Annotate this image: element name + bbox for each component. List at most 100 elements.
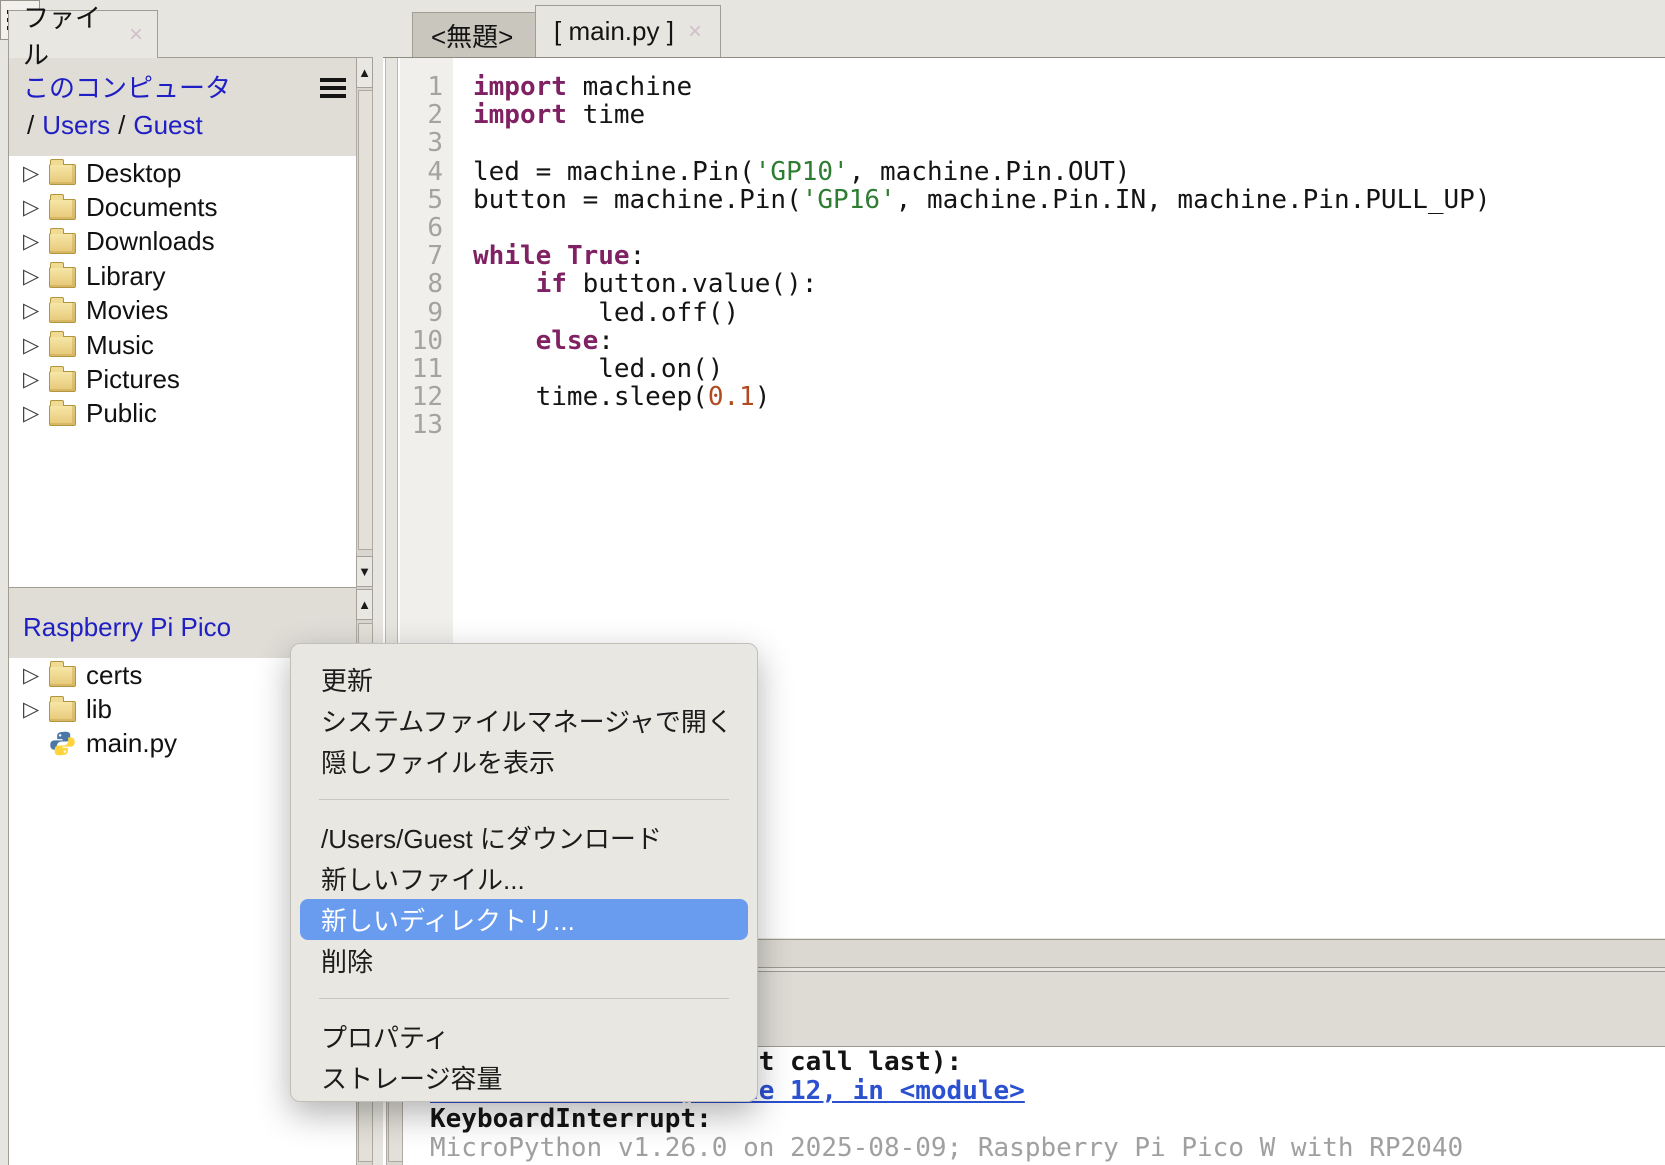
expander-triangle-icon[interactable]: ▷ xyxy=(23,697,49,722)
scrollbar-thumb[interactable] xyxy=(358,90,373,550)
this-computer-header: このコンピュータ / Users / Guest xyxy=(8,57,356,156)
editor-tab-main-py[interactable]: [ main.py ] × xyxy=(535,5,721,57)
menu-item[interactable]: 新しいファイル... xyxy=(291,858,757,899)
folder-icon xyxy=(49,233,76,254)
code-line: else: xyxy=(473,327,1490,355)
tree-item-label: Downloads xyxy=(86,226,215,257)
scroll-up-icon: ▲ xyxy=(358,65,371,80)
expander-triangle-icon[interactable]: ▷ xyxy=(23,229,49,254)
menu-item[interactable]: /Users/Guest にダウンロード xyxy=(291,817,757,858)
menu-item[interactable]: システムファイルマネージャで開く xyxy=(291,700,757,741)
scroll-up-button[interactable]: ▲ xyxy=(356,57,373,88)
expander-triangle-icon[interactable]: ▷ xyxy=(23,367,49,392)
python-file-icon xyxy=(49,730,76,757)
folder-icon xyxy=(49,405,76,426)
tree-item-downloads[interactable]: ▷ Downloads xyxy=(9,225,356,259)
code-line: time.sleep(0.1) xyxy=(473,383,1490,411)
menu-item[interactable]: ストレージ容量 xyxy=(291,1057,757,1098)
breadcrumb: / Users / Guest xyxy=(23,110,356,141)
breadcrumb-separator: / xyxy=(118,110,125,140)
tree-item-documents[interactable]: ▷ Documents xyxy=(9,190,356,224)
expander-triangle-icon[interactable]: ▷ xyxy=(23,333,49,358)
tree-item-label: Pictures xyxy=(86,364,180,395)
tree-item-public[interactable]: ▷Public xyxy=(9,397,356,431)
code-line: button = machine.Pin('GP16', machine.Pin… xyxy=(473,186,1490,214)
code-line: led = machine.Pin('GP10', machine.Pin.OU… xyxy=(473,158,1490,186)
code-line: if button.value(): xyxy=(473,270,1490,298)
computer-file-tree: ▷ Desktop ▷ Documents ▷ Downloads ▷ Library ▷ Mov… xyxy=(8,156,356,587)
tree-item-label: Desktop xyxy=(86,158,181,189)
folder-icon xyxy=(49,666,76,687)
code-line: while True: xyxy=(473,242,1490,270)
scroll-up-icon: ▲ xyxy=(358,597,371,612)
line-number: 12 xyxy=(400,383,443,411)
line-numbers: 12345678910111213 xyxy=(400,73,453,439)
scroll-down-button[interactable]: ▼ xyxy=(356,556,373,587)
tree-item-label: Documents xyxy=(86,192,218,223)
code-text[interactable]: import machineimport time led = machine.… xyxy=(473,73,1490,439)
line-number: 1 xyxy=(400,73,443,101)
folder-icon xyxy=(49,302,76,323)
line-number: 9 xyxy=(400,299,443,327)
tree-item-music[interactable]: ▷ Music xyxy=(9,328,356,362)
menu-item[interactable]: 更新 xyxy=(291,659,757,700)
code-line: led.off() xyxy=(473,299,1490,327)
code-line xyxy=(473,214,1490,242)
shell-line: KeyboardInterrupt: xyxy=(430,1105,1463,1134)
line-number: 4 xyxy=(400,158,443,186)
expander-triangle-icon[interactable]: ▷ xyxy=(23,195,49,220)
tree-item-label: Movies xyxy=(86,295,168,326)
line-number: 8 xyxy=(400,270,443,298)
menu-item[interactable]: プロパティ xyxy=(291,1016,757,1057)
breadcrumb-separator: / xyxy=(27,110,34,140)
pico-title: Raspberry Pi Pico xyxy=(23,612,356,643)
tree-item-label: Library xyxy=(86,261,165,292)
editor-tab-label: <無題> xyxy=(431,17,513,54)
folder-icon xyxy=(49,199,76,220)
tree-item-desktop[interactable]: ▷ Desktop xyxy=(9,156,356,190)
tree-item-pictures[interactable]: ▷ Pictures xyxy=(9,362,356,396)
scroll-up-button[interactable]: ▲ xyxy=(356,589,373,620)
expander-triangle-icon[interactable]: ▷ xyxy=(23,298,49,323)
tree-item-label: certs xyxy=(86,660,142,691)
expander-triangle-icon[interactable]: ▷ xyxy=(23,161,49,186)
menu-item[interactable]: 隠しファイルを表示 xyxy=(291,741,757,782)
code-line: import machine xyxy=(473,73,1490,101)
hamburger-menu-icon[interactable] xyxy=(320,78,346,98)
expander-triangle-icon[interactable]: ▷ xyxy=(23,264,49,289)
expander-triangle-icon[interactable]: ▷ xyxy=(23,663,49,688)
tree-item-library[interactable]: ▷ Library xyxy=(9,259,356,293)
line-number: 5 xyxy=(400,186,443,214)
expander-triangle-icon[interactable]: ▷ xyxy=(23,401,49,426)
breadcrumb-link[interactable]: Guest xyxy=(133,110,202,140)
code-line xyxy=(473,411,1490,439)
tree-item-label: Music xyxy=(86,330,154,361)
line-number: 10 xyxy=(400,327,443,355)
code-line: import time xyxy=(473,101,1490,129)
folder-icon xyxy=(49,701,76,722)
menu-separator xyxy=(319,799,729,800)
editor-tab-bar: <無題> ×[ main.py ] × xyxy=(383,0,1665,57)
pico-context-menu: 更新システムファイルマネージャで開く隠しファイルを表示/Users/Guest … xyxy=(290,643,758,1102)
shell-line: MicroPython v1.26.0 on 2025-08-09; Raspb… xyxy=(430,1134,1463,1163)
close-icon[interactable]: × xyxy=(688,20,702,44)
menu-separator xyxy=(319,998,729,999)
files-tab-label: ファイル xyxy=(23,0,115,72)
folder-icon xyxy=(49,164,76,185)
menu-item[interactable]: 新しいディレクトリ... xyxy=(300,899,748,940)
close-icon[interactable]: × xyxy=(129,23,143,47)
this-computer-title: このコンピュータ xyxy=(23,68,356,105)
line-number: 3 xyxy=(400,129,443,157)
editor-tab-label: [ main.py ] xyxy=(554,16,674,47)
tree-item-label: lib xyxy=(86,694,112,725)
line-number: 2 xyxy=(400,101,443,129)
menu-item[interactable]: 削除 xyxy=(291,940,757,981)
tree-item-movies[interactable]: ▷ Movies xyxy=(9,294,356,328)
scroll-down-icon: ▼ xyxy=(358,564,371,579)
computer-tree-scrollbar[interactable]: ▲ ▼ xyxy=(356,57,373,587)
line-number: 13 xyxy=(400,411,443,439)
tab-files[interactable]: ファイル × xyxy=(8,10,158,58)
line-number: 7 xyxy=(400,242,443,270)
folder-icon xyxy=(49,336,76,357)
breadcrumb-link[interactable]: Users xyxy=(42,110,110,140)
